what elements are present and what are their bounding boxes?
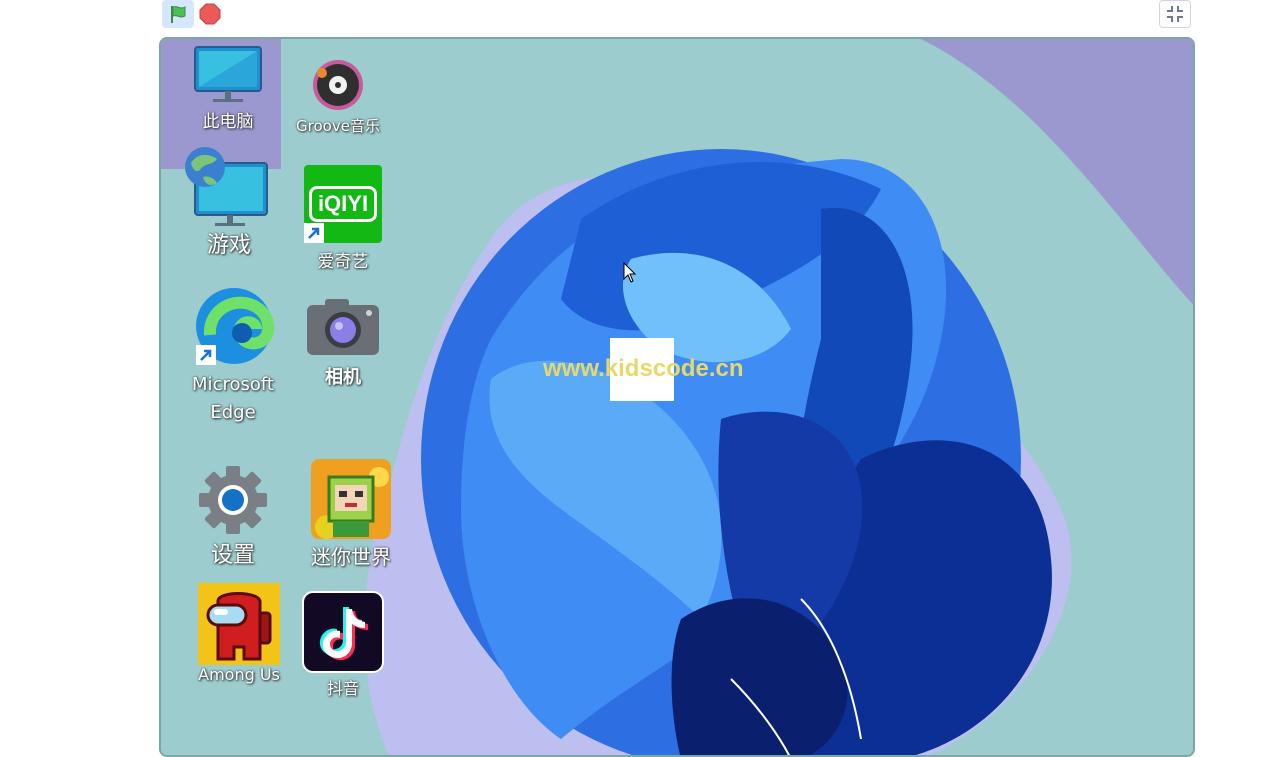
desktop-icon-label: Among Us [198,665,280,684]
desktop-icon-label: 设置 [210,543,255,568]
groove-music-icon [313,60,363,110]
camera-icon [307,299,379,355]
exit-fullscreen-icon [1167,6,1183,22]
stage: 此电脑 Groove音乐 游戏 iQIYI 爱奇艺 Microsoft Edge… [159,37,1195,757]
green-flag-icon [171,6,186,23]
stop-button[interactable] [194,0,226,28]
exit-fullscreen-button[interactable] [1159,0,1191,28]
desktop-icon-label: 此电脑 [202,112,254,132]
desktop-icon-label: 游戏 [206,233,251,258]
desktop-icon-label: 抖音 [326,679,359,698]
desktop-icon-iqiyi[interactable]: iQIYI 爱奇艺 [301,165,385,272]
monitor-globe-icon [185,147,268,226]
desktop-icon-label: 爱奇艺 [317,252,369,272]
monitor-icon [194,46,262,102]
watermark-text: www.kidscode.cn [543,355,744,382]
among-us-icon [198,583,280,665]
desktop-icon-label: Groove音乐 [296,117,380,135]
desktop-icon-edge[interactable]: Microsoft Edge [183,285,283,427]
desktop-icon-among-us[interactable]: Among Us [189,583,289,684]
desktop-icon-label: 迷你世界 [311,545,391,569]
desktop-icon-camera[interactable]: 相机 [305,297,381,389]
desktop-icon-label-line2: Edge [210,402,256,423]
shortcut-arrow-icon [304,223,324,243]
desktop-icon-games[interactable]: 游戏 [181,147,277,259]
douyin-icon [302,591,384,673]
desktop-icon-label-line1: Microsoft [192,374,274,395]
desktop-icon-label: 相机 [325,367,361,388]
mini-world-icon [311,459,391,539]
desktop-icon-douyin[interactable]: 抖音 [301,591,385,699]
shortcut-arrow-icon [196,345,216,365]
edge-icon [190,285,276,367]
mouse-pointer-icon [623,262,637,283]
desktop-icon-mini-world[interactable]: 迷你世界 [301,457,401,570]
iqiyi-icon: iQIYI [304,165,382,243]
stop-icon [199,3,221,25]
gear-icon [199,466,267,534]
iqiyi-logo-text: iQIYI [308,186,378,222]
desktop-icon-this-pc[interactable]: 此电脑 [193,45,263,132]
desktop-icon-settings[interactable]: 设置 [193,463,273,569]
desktop-icon-groove[interactable]: Groove音乐 [281,59,395,136]
green-flag-button[interactable] [162,0,194,28]
